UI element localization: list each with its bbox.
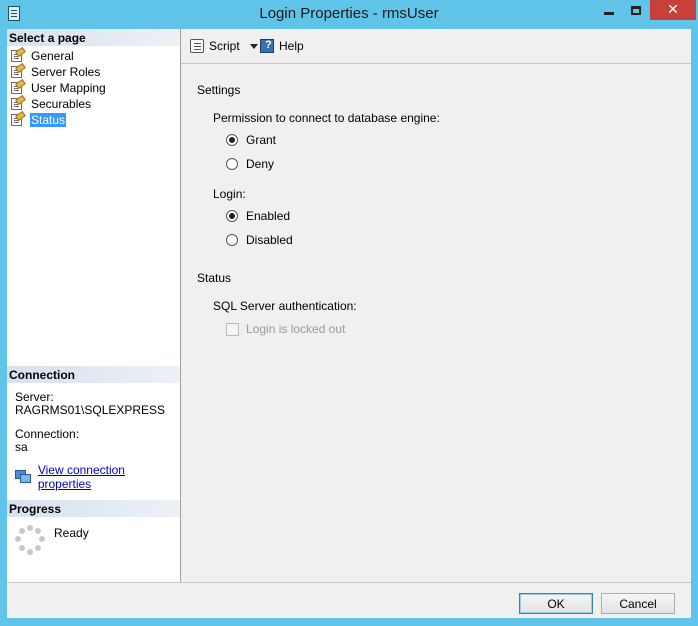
right-pane: Script Help Settings Permission to conne… bbox=[181, 29, 691, 582]
locked-out-checkbox bbox=[226, 322, 239, 336]
settings-header: Settings bbox=[197, 83, 241, 97]
progress-spinner-icon bbox=[15, 525, 45, 555]
grant-radio-button[interactable] bbox=[226, 134, 238, 146]
page-wizard-icon bbox=[9, 62, 26, 79]
toolbar: Script Help bbox=[181, 29, 691, 64]
page-item-status[interactable]: Status bbox=[9, 110, 107, 128]
page-wizard-icon bbox=[9, 94, 26, 111]
disabled-radio[interactable]: Disabled bbox=[226, 233, 293, 247]
page-item-server-roles[interactable]: Server Roles bbox=[9, 62, 107, 80]
page-item-label: Status bbox=[30, 113, 67, 127]
grant-label: Grant bbox=[246, 133, 277, 147]
sql-auth-label: SQL Server authentication: bbox=[213, 299, 357, 313]
disabled-label: Disabled bbox=[246, 233, 293, 247]
login-properties-window: Login Properties - rmsUser ✕ Select a pa… bbox=[0, 0, 698, 626]
help-button[interactable]: Help bbox=[259, 38, 304, 54]
locked-out-label: Login is locked out bbox=[246, 322, 346, 336]
progress-header: Progress bbox=[7, 500, 180, 517]
permission-label: Permission to connect to database engine… bbox=[213, 111, 440, 125]
view-connection-properties-text[interactable]: View connection properties bbox=[38, 463, 180, 491]
dialog-client-area: Select a page General Server Roles User … bbox=[7, 29, 691, 618]
connection-label: Connection: bbox=[15, 427, 80, 441]
chevron-down-icon[interactable] bbox=[249, 43, 258, 49]
page-wizard-icon bbox=[9, 46, 26, 63]
help-icon bbox=[259, 38, 275, 54]
connection-info: Server: RAGRMS01\SQLEXPRESS Connection: … bbox=[15, 391, 165, 454]
page-wizard-icon bbox=[9, 78, 26, 95]
dialog-footer: OK Cancel bbox=[7, 582, 691, 618]
page-item-securables[interactable]: Securables bbox=[9, 94, 107, 112]
deny-label: Deny bbox=[246, 157, 275, 171]
progress-status: Ready bbox=[54, 526, 89, 540]
disabled-radio-button[interactable] bbox=[226, 234, 238, 246]
deny-radio-button[interactable] bbox=[226, 158, 238, 170]
minimize-button[interactable] bbox=[596, 0, 622, 20]
login-label: Login: bbox=[213, 187, 246, 201]
minimize-icon bbox=[604, 11, 614, 15]
page-item-label: General bbox=[31, 49, 74, 63]
left-pane: Select a page General Server Roles User … bbox=[7, 29, 181, 582]
maximize-icon bbox=[631, 5, 641, 15]
enabled-radio[interactable]: Enabled bbox=[226, 209, 290, 223]
close-icon: ✕ bbox=[667, 2, 679, 18]
script-icon bbox=[189, 38, 205, 54]
page-item-general[interactable]: General bbox=[9, 46, 107, 64]
status-header: Status bbox=[197, 271, 232, 285]
server-value: RAGRMS01\SQLEXPRESS bbox=[15, 403, 166, 417]
page-item-label: User Mapping bbox=[31, 81, 106, 95]
help-label: Help bbox=[279, 39, 304, 53]
cancel-button[interactable]: Cancel bbox=[601, 593, 675, 614]
select-page-header: Select a page bbox=[7, 29, 180, 46]
page-item-user-mapping[interactable]: User Mapping bbox=[9, 78, 107, 96]
view-connection-properties-link[interactable]: View connection properties bbox=[15, 463, 180, 491]
grant-radio[interactable]: Grant bbox=[226, 133, 276, 147]
maximize-button[interactable] bbox=[623, 0, 649, 20]
ok-button[interactable]: OK bbox=[519, 593, 593, 614]
close-button[interactable]: ✕ bbox=[650, 0, 696, 20]
connection-value: sa bbox=[15, 440, 28, 454]
connection-header: Connection bbox=[7, 366, 180, 383]
script-button[interactable]: Script bbox=[189, 38, 258, 54]
script-label: Script bbox=[209, 39, 240, 53]
window-title: Login Properties - rmsUser bbox=[259, 5, 439, 22]
page-item-label: Securables bbox=[31, 97, 92, 111]
title-bar[interactable]: Login Properties - rmsUser ✕ bbox=[0, 0, 698, 28]
enabled-label: Enabled bbox=[246, 209, 291, 223]
connection-properties-icon bbox=[15, 470, 31, 484]
locked-out-checkbox-row: Login is locked out bbox=[226, 322, 345, 336]
page-list: General Server Roles User Mapping Secura… bbox=[9, 46, 107, 128]
deny-radio[interactable]: Deny bbox=[226, 157, 274, 171]
page-wizard-icon bbox=[9, 110, 26, 127]
page-item-label: Server Roles bbox=[31, 65, 101, 79]
enabled-radio-button[interactable] bbox=[226, 210, 238, 222]
